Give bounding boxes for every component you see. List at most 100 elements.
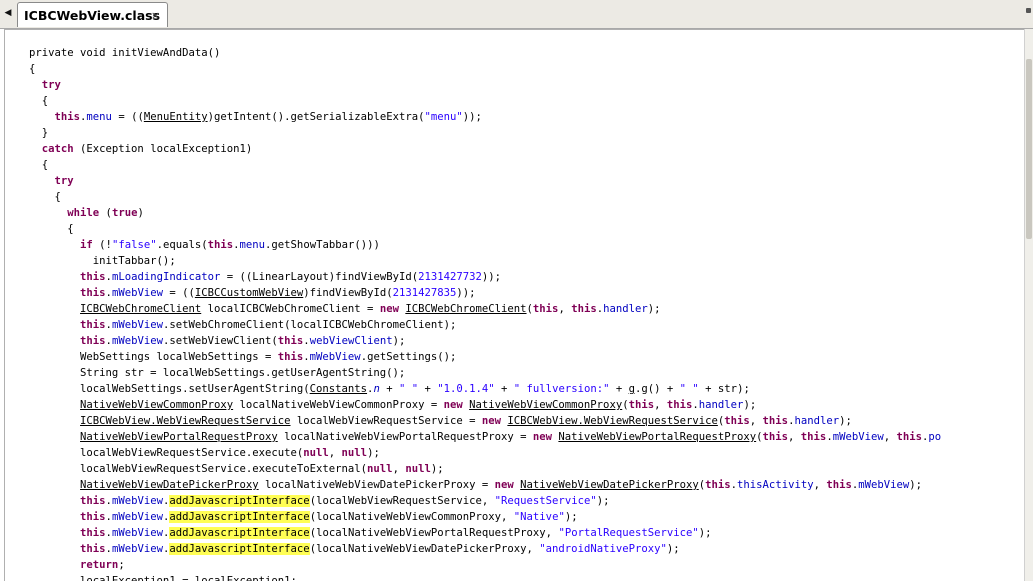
code-line: {	[0, 221, 1024, 237]
tab-scroll-left-icon[interactable]: ◀	[2, 6, 14, 20]
code-token: (localNativeWebViewPortalRequestProxy,	[309, 527, 559, 539]
code-token: mWebView	[858, 479, 910, 491]
code-token: localWebViewRequestService =	[290, 415, 482, 427]
code-token: menu	[86, 111, 112, 123]
code-token: localWebSettings.setUserAgentString(	[29, 383, 310, 395]
code-token: webViewClient	[309, 335, 393, 347]
code-line: while (true)	[0, 205, 1024, 221]
code-token: handler	[603, 303, 648, 315]
code-token: ICBCWebView.WebViewRequestService	[80, 415, 291, 427]
code-token: while	[67, 207, 100, 219]
code-line: this.menu = ((MenuEntity)getIntent().get…	[0, 109, 1024, 125]
code-token: ,	[788, 431, 801, 443]
code-token: .setWebViewClient(	[162, 335, 278, 347]
code-line: initTabbar();	[0, 253, 1024, 269]
code-token: ;	[118, 559, 125, 571]
code-token: ,	[883, 431, 897, 443]
code-token: this	[80, 287, 106, 299]
code-token: );	[666, 543, 680, 555]
code-token: localNativeWebViewPortalRequestProxy =	[277, 431, 533, 443]
code-token: ICBCWebChromeClient	[405, 303, 527, 315]
code-token: +	[379, 383, 399, 395]
code-token: mWebView	[111, 287, 163, 299]
code-token: this	[800, 431, 827, 443]
minimize-icon[interactable]	[1026, 8, 1031, 13]
vertical-scrollbar[interactable]	[1024, 29, 1033, 581]
code-line: try	[0, 77, 1024, 93]
code-line: this.mWebView.addJavascriptInterface(loc…	[0, 541, 1024, 557]
code-line: if (!"false".equals(this.menu.getShowTab…	[0, 237, 1024, 253]
code-token: {	[29, 63, 36, 75]
close-tab-icon[interactable]: ×	[149, 9, 162, 22]
code-token: 2131427732	[418, 271, 482, 283]
code-line: this.mWebView = ((ICBCCustomWebView)find…	[0, 285, 1024, 301]
code-token: true	[111, 207, 138, 219]
code-token: );	[839, 415, 852, 427]
code-line: this.mLoadingIndicator = ((LinearLayout)…	[0, 269, 1024, 285]
code-token: " "	[679, 383, 699, 395]
code-token: {	[29, 95, 49, 107]
code-token: localWebViewRequestService.execute(	[29, 447, 304, 459]
scrollbar-thumb[interactable]	[1026, 59, 1032, 239]
code-token: }	[29, 127, 49, 139]
code-line: {	[0, 93, 1024, 109]
code-editor[interactable]: private void initViewAndData() { try { th…	[0, 45, 1024, 581]
code-token: NativeWebViewCommonProxy	[469, 399, 623, 411]
code-line: localWebSettings.setUserAgentString(Cons…	[0, 381, 1024, 397]
code-token: ICBCWebView.WebViewRequestService	[507, 415, 718, 427]
code-token: (localNativeWebViewCommonProxy,	[309, 511, 514, 523]
code-line: WebSettings localWebSettings = this.mWeb…	[0, 349, 1024, 365]
code-token: );	[743, 399, 757, 411]
code-token: MenuEntity	[143, 111, 208, 123]
code-line: {	[0, 61, 1024, 77]
code-token: new	[379, 303, 399, 315]
code-line: {	[0, 189, 1024, 205]
code-token: );	[698, 527, 712, 539]
tab-icbcwebview-class[interactable]: ICBCWebView.class ×	[17, 2, 168, 27]
code-token: NativeWebViewPortalRequestProxy	[80, 431, 278, 443]
code-token: Constants	[309, 383, 368, 395]
code-token: this	[724, 415, 750, 427]
code-token: null	[341, 447, 368, 459]
code-token: .getSettings();	[360, 351, 457, 363]
code-token: );	[430, 463, 444, 475]
code-token: this	[80, 511, 106, 523]
code-token: catch	[41, 143, 74, 155]
code-token: handler	[698, 399, 744, 411]
code-token: new	[443, 399, 463, 411]
code-token: ,	[813, 479, 827, 491]
code-token: this	[207, 239, 234, 251]
code-line: this.mWebView.setWebChromeClient(localIC…	[0, 317, 1024, 333]
code-token: +	[609, 383, 629, 395]
code-token: );	[564, 511, 578, 523]
code-line: String str = localWebSettings.getUserAge…	[0, 365, 1024, 381]
code-line: NativeWebViewCommonProxy localNativeWebV…	[0, 397, 1024, 413]
code-token: = ((LinearLayout)findViewById(	[220, 271, 419, 283]
code-token: ));	[462, 111, 482, 123]
code-token: );	[647, 303, 661, 315]
code-token: null	[367, 463, 393, 475]
code-token: )findViewById(	[303, 287, 393, 299]
code-token: mWebView	[111, 319, 163, 331]
code-token: {	[29, 191, 61, 203]
code-token: "1.0.1.4"	[437, 383, 495, 395]
code-token: po	[928, 431, 942, 443]
code-token: this	[80, 335, 106, 347]
code-token: (!	[92, 239, 112, 251]
code-token: (Exception localException1)	[73, 143, 253, 155]
code-token: null	[405, 463, 431, 475]
code-token: if	[80, 239, 93, 251]
